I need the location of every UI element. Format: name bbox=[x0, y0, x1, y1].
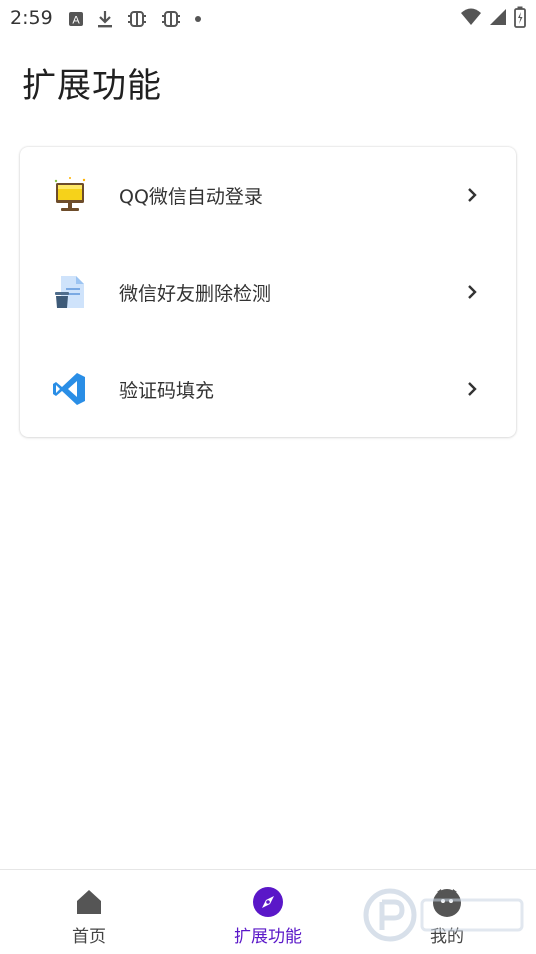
document-trash-icon bbox=[50, 272, 90, 312]
feature-item-captcha-fill[interactable]: 验证码填充 bbox=[20, 341, 516, 437]
signal-icon bbox=[488, 7, 508, 27]
chevron-right-icon bbox=[468, 285, 477, 299]
bug-icon bbox=[126, 8, 148, 30]
feature-item-qq-wechat-auto-login[interactable]: QQ微信自动登录 bbox=[20, 147, 516, 243]
a-badge-icon: A bbox=[68, 11, 84, 27]
svg-text:A: A bbox=[72, 15, 80, 27]
wifi-icon bbox=[460, 7, 482, 27]
nav-home[interactable]: 首页 bbox=[0, 870, 178, 954]
home-icon bbox=[77, 890, 101, 914]
download-icon bbox=[96, 9, 114, 29]
status-notification-icons: A bbox=[68, 8, 202, 30]
battery-icon bbox=[514, 6, 526, 28]
watermark-logo bbox=[363, 888, 524, 942]
feature-list-card: QQ微信自动登录 微信好友删除检测 验证码填充 bbox=[20, 147, 516, 437]
feature-item-wechat-friend-deletion-check[interactable]: 微信好友删除检测 bbox=[20, 244, 516, 340]
status-system-icons bbox=[460, 6, 526, 28]
nav-label: 首页 bbox=[72, 927, 106, 947]
page-title: 扩展功能 bbox=[22, 66, 162, 106]
feature-label: 微信好友删除检测 bbox=[119, 282, 272, 305]
status-time: 2:59 bbox=[10, 7, 53, 29]
vscode-icon bbox=[50, 369, 90, 409]
nav-extensions[interactable]: 扩展功能 bbox=[179, 870, 357, 954]
chevron-right-icon bbox=[468, 188, 477, 202]
nav-label: 扩展功能 bbox=[234, 927, 302, 947]
monitor-icon bbox=[50, 175, 90, 215]
chevron-right-icon bbox=[468, 382, 477, 396]
compass-icon bbox=[253, 887, 283, 917]
feature-label: QQ微信自动登录 bbox=[119, 185, 263, 208]
feature-label: 验证码填充 bbox=[119, 379, 215, 402]
bug-icon bbox=[160, 8, 182, 30]
dot-icon bbox=[194, 15, 202, 23]
status-bar: 2:59 A bbox=[0, 0, 536, 38]
